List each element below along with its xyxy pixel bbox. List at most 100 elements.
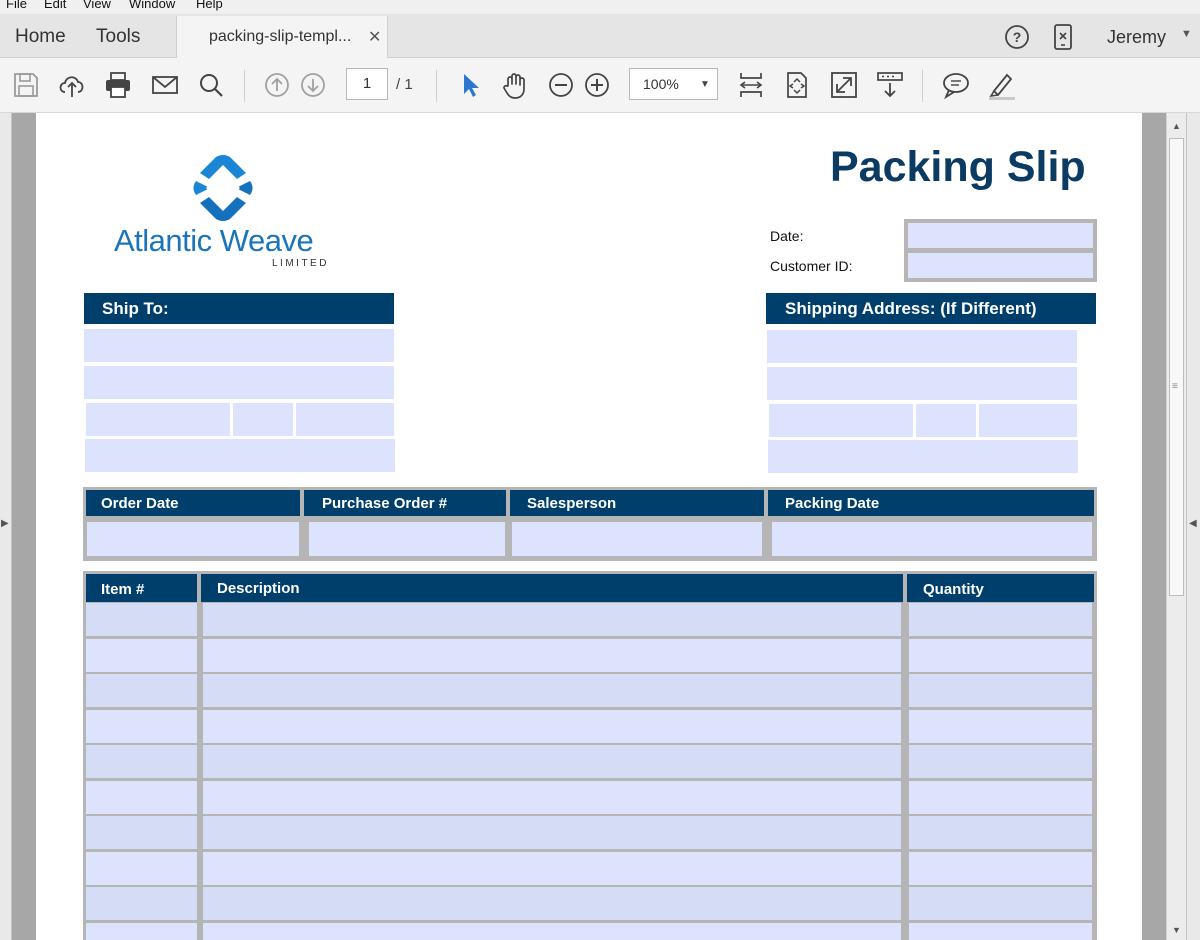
description-cell[interactable] (203, 780, 901, 814)
help-icon[interactable]: ? (1004, 24, 1030, 50)
expand-left-pane-icon[interactable]: ▶ (1, 518, 9, 529)
search-icon[interactable] (196, 70, 226, 100)
item-number-cell[interactable] (86, 674, 197, 707)
zoom-in-icon[interactable] (582, 70, 612, 100)
order-date-label: Order Date (101, 495, 179, 512)
ship-to-zip-field[interactable] (296, 403, 394, 436)
date-label: Date: (770, 228, 804, 244)
zoom-level-select[interactable]: 100% ▼ (629, 68, 718, 100)
quantity-cell[interactable] (909, 851, 1092, 885)
fit-width-icon[interactable] (736, 70, 766, 100)
menu-file[interactable]: File (6, 0, 27, 10)
vertical-scrollbar[interactable]: ▲ ≡ ▼ (1166, 113, 1186, 940)
scroll-down-arrow-icon[interactable]: ▼ (1172, 925, 1181, 935)
full-screen-icon[interactable] (829, 70, 859, 100)
ship-to-city-field[interactable] (86, 403, 230, 436)
purchase-order-field[interactable] (309, 522, 505, 556)
select-cursor-icon[interactable] (455, 70, 485, 100)
quantity-cell[interactable] (909, 816, 1092, 849)
comment-icon[interactable] (941, 70, 971, 100)
previous-page-icon[interactable] (262, 70, 292, 100)
item-number-cell[interactable] (86, 816, 197, 849)
right-pane-handle[interactable]: ◀ (1186, 113, 1200, 940)
scroll-up-arrow-icon[interactable]: ▲ (1172, 121, 1181, 131)
document-tab[interactable]: packing-slip-templ... ✕ (176, 16, 388, 58)
upload-cloud-icon[interactable] (57, 70, 87, 100)
user-menu-caret-icon[interactable]: ▼ (1181, 28, 1192, 40)
ship-to-phone-field[interactable] (85, 439, 395, 472)
description-cell[interactable] (203, 709, 901, 743)
description-cell[interactable] (203, 816, 901, 849)
expand-right-pane-icon[interactable]: ◀ (1189, 518, 1197, 529)
menu-edit[interactable]: Edit (44, 0, 66, 10)
fit-page-icon[interactable] (782, 70, 812, 100)
ship-to-street-field[interactable] (84, 366, 394, 399)
mobile-link-icon[interactable] (1052, 23, 1074, 51)
customer-id-field[interactable] (908, 253, 1093, 278)
description-cell[interactable] (203, 674, 901, 707)
packing-date-header: Packing Date (768, 490, 1094, 516)
description-cell[interactable] (203, 638, 901, 672)
items-table: Item # Description Quantity (83, 571, 1097, 940)
document-title: Packing Slip (830, 143, 1086, 191)
item-number-cell[interactable] (86, 638, 197, 672)
read-mode-icon[interactable] (875, 70, 905, 100)
menu-window[interactable]: Window (129, 0, 175, 10)
description-cell[interactable] (203, 745, 901, 778)
item-number-cell[interactable] (86, 780, 197, 814)
zoom-out-icon[interactable] (546, 70, 576, 100)
item-number-cell[interactable] (86, 709, 197, 743)
shipping-zip-field[interactable] (979, 404, 1077, 437)
order-date-field[interactable] (87, 522, 299, 556)
item-number-cell[interactable] (86, 851, 197, 885)
user-menu[interactable]: Jeremy (1107, 27, 1166, 48)
quantity-cell[interactable] (909, 709, 1092, 743)
quantity-cell[interactable] (909, 780, 1092, 814)
ship-to-name-field[interactable] (84, 329, 394, 362)
quantity-cell[interactable] (909, 674, 1092, 707)
shipping-state-field[interactable] (916, 404, 976, 437)
ship-to-state-field[interactable] (233, 403, 293, 436)
save-icon[interactable] (11, 70, 41, 100)
quantity-cell[interactable] (909, 603, 1092, 636)
next-page-icon[interactable] (298, 70, 328, 100)
menu-view[interactable]: View (83, 0, 111, 10)
item-number-cell[interactable] (86, 603, 197, 636)
quantity-cell[interactable] (909, 638, 1092, 672)
print-icon[interactable] (103, 70, 133, 100)
close-tab-icon[interactable]: ✕ (368, 27, 381, 47)
item-number-cell[interactable] (86, 745, 197, 778)
packing-date-field[interactable] (772, 522, 1092, 556)
brand-name: Atlantic Weave (114, 223, 314, 258)
home-tab[interactable]: Home (15, 26, 66, 48)
ship-to-label: Ship To: (102, 299, 169, 318)
item-number-cell[interactable] (86, 887, 197, 920)
scroll-thumb[interactable]: ≡ (1169, 138, 1184, 596)
tools-tab[interactable]: Tools (96, 26, 140, 48)
shipping-phone-field[interactable] (768, 440, 1078, 473)
left-pane-handle[interactable]: ▶ (0, 113, 12, 940)
description-cell[interactable] (203, 603, 901, 636)
quantity-cell[interactable] (909, 922, 1092, 940)
description-cell[interactable] (203, 887, 901, 920)
shipping-street-field[interactable] (767, 367, 1077, 400)
salesperson-field[interactable] (512, 522, 762, 556)
shipping-name-field[interactable] (767, 330, 1077, 363)
quantity-cell[interactable] (909, 745, 1092, 778)
page-number-input[interactable]: 1 (346, 68, 388, 100)
toolbar-divider (244, 70, 245, 102)
quantity-cell[interactable] (909, 887, 1092, 920)
description-cell[interactable] (203, 851, 901, 885)
shipping-city-field[interactable] (769, 404, 913, 437)
description-cell[interactable] (203, 922, 901, 940)
email-icon[interactable] (150, 70, 180, 100)
menu-help[interactable]: Help (196, 0, 223, 10)
date-field[interactable] (908, 223, 1093, 248)
hand-tool-icon[interactable] (500, 70, 530, 100)
highlight-pen-icon[interactable] (986, 70, 1016, 100)
quantity-label: Quantity (923, 581, 984, 598)
item-number-cell[interactable] (86, 922, 197, 940)
description-label: Description (217, 580, 300, 597)
brand-subtitle: LIMITED (272, 258, 329, 269)
tab-bar: Home Tools packing-slip-templ... ✕ ? Jer… (0, 14, 1200, 58)
